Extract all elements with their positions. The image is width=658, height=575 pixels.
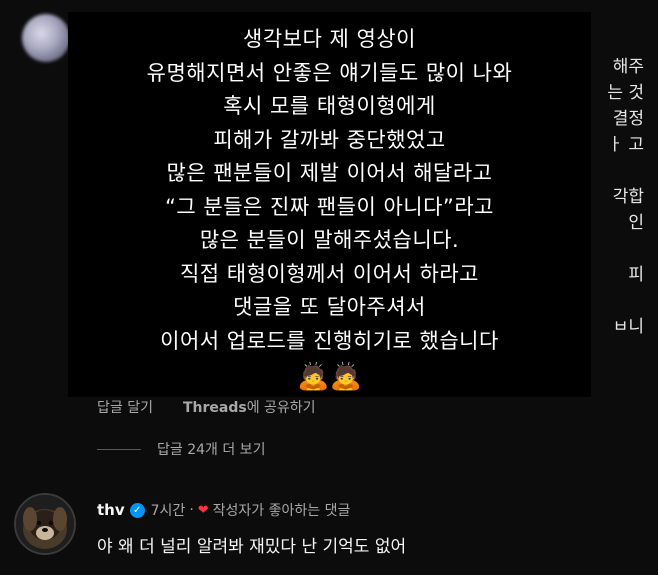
comment-actions: 답글 달기 Threads에 공유하기 [97, 397, 316, 417]
bg-text-line: 결정 [612, 109, 644, 129]
caption-overlay: 생각보다 제 영상이 유명해지면서 안좋은 얘기들도 많이 나와 혹시 모를 태… [68, 12, 591, 397]
username[interactable]: thv [97, 501, 125, 519]
overlay-line: 혹시 모를 태형이형에게 [223, 94, 436, 118]
overlay-line: 댓글을 또 달아주셔서 [233, 295, 426, 319]
overlay-line: 생각보다 제 영상이 [243, 27, 416, 51]
liked-by-author-label: 작성자가 좋아하는 댓글 [212, 503, 351, 519]
overlay-line: 많은 팬분들이 제발 이어서 해달라고 [166, 161, 493, 185]
reply-comment-text: 야 왜 더 널리 알려봐 재밌다 난 기억도 없어 [97, 537, 407, 557]
bg-text-line [583, 158, 658, 184]
commenter-avatar-blurred[interactable] [22, 14, 70, 62]
overlay-line: 많은 분들이 말해주셨습니다. [199, 228, 460, 252]
share-threads-button[interactable]: Threads에 공유하기 [183, 397, 316, 417]
verified-badge-icon: ✓ [129, 502, 145, 518]
divider-line [97, 448, 141, 450]
background-comment-text: 해주 는 것 결정 ㅏ 고 각합 인 피 ㅂ니 [583, 54, 658, 340]
dog-avatar-image [16, 495, 74, 553]
bg-text-line: 해주 [612, 57, 644, 77]
heart-icon: ❤ [197, 502, 209, 518]
bg-text-line: ㅏ 고 [607, 135, 644, 155]
bg-text-line: 는 것 [607, 83, 644, 103]
threads-brand: Threads [182, 400, 247, 416]
share-suffix: 에 공유하기 [246, 400, 316, 416]
timestamp[interactable]: 7시간 [151, 500, 186, 520]
bg-text-line: 각합 [612, 187, 644, 207]
bowing-person-emoji: 🙇🙇 [297, 362, 362, 392]
overlay-line: 직접 태형이형께서 이어서 하라고 [179, 261, 479, 286]
overlay-line: 이어서 업로드를 진행히기로 했습니다 [160, 328, 499, 353]
bg-text-line [583, 236, 658, 262]
overlay-line: 피해가 갈까봐 중단했었고 [213, 127, 446, 152]
bg-text-line: 피 [628, 265, 644, 285]
view-more-replies[interactable]: 답글 24개 더 보기 [97, 439, 265, 459]
reply-button[interactable]: 답글 달기 [97, 397, 153, 417]
separator: · [189, 502, 194, 518]
bg-text-line [583, 288, 658, 314]
bg-text-line: 인 [628, 213, 644, 233]
reply-meta: thv ✓ 7시간 · ❤ 작성자가 좋아하는 댓글 [97, 500, 350, 520]
overlay-line: 유명해지면서 안좋은 얘기들도 많이 나와 [146, 60, 513, 85]
overlay-line: “그 분들은 진짜 팬들이 아니다”라고 [165, 194, 494, 219]
thv-avatar[interactable] [14, 493, 76, 555]
bg-text-line: ㅂ니 [612, 317, 644, 337]
view-more-replies-label: 답글 24개 더 보기 [157, 442, 266, 458]
